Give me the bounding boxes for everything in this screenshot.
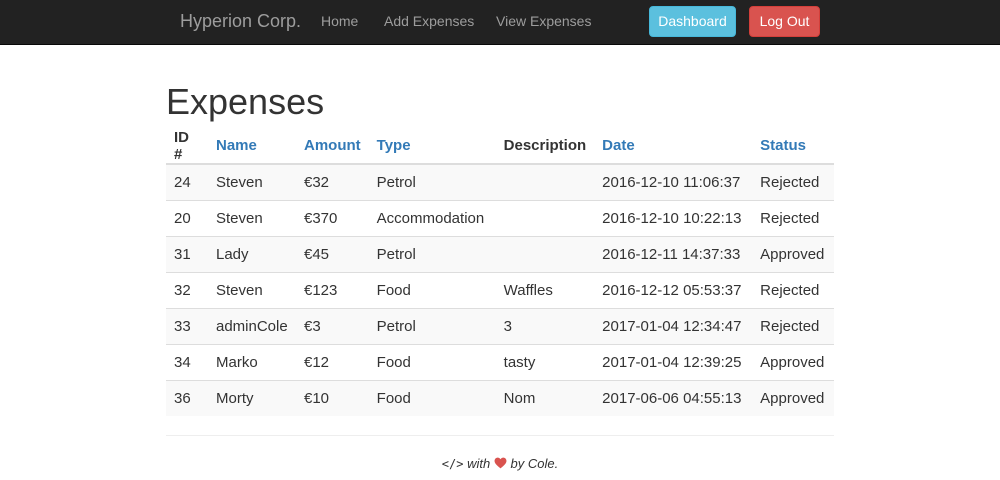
cell-description: [496, 164, 595, 200]
cell-status: Approved: [752, 343, 834, 380]
header-status[interactable]: Status: [752, 128, 834, 165]
expenses-table: ID # Name Amount Type Description Date S…: [166, 128, 834, 416]
cell-date: 2016-12-10 11:06:37: [602, 173, 741, 191]
nav-add-expenses-link[interactable]: Add Expenses: [384, 13, 474, 29]
cell-amount: €12: [296, 343, 369, 380]
cell-description: Nom: [495, 379, 595, 416]
cell-id: 31: [166, 235, 208, 272]
cell-date: 2017-06-06 04:55:13: [594, 379, 753, 416]
cell-amount: €10: [296, 379, 369, 416]
table-row: 33 adminCole €3 Petrol 3 2017-01-04 12:3…: [166, 307, 834, 344]
cell-name: Lady: [208, 235, 296, 272]
cell-name: Steven: [208, 199, 296, 236]
cell-name: Steven: [208, 271, 296, 308]
cell-amount: €32: [304, 173, 330, 191]
cell-amount: €45: [296, 235, 369, 272]
navbar: Hyperion Corp. Home Add Expenses View Ex…: [0, 0, 1000, 45]
header-id: ID #: [166, 128, 208, 165]
header-amount[interactable]: Amount: [296, 128, 369, 165]
table-row: 24 Steven €32 Petrol 2016-12-10 11:06:37…: [166, 164, 834, 200]
cell-type: Food: [368, 343, 496, 380]
table-row: 20 Steven €370 Accommodation 2016-12-10 …: [166, 199, 834, 236]
cell-description: 3: [495, 307, 595, 344]
cell-name: Marko: [208, 343, 296, 380]
cell-type: Petrol: [368, 235, 496, 272]
header-name[interactable]: Name: [208, 128, 296, 165]
cell-status: Rejected: [760, 173, 820, 191]
cell-amount: €3: [296, 307, 369, 344]
cell-id: 33: [166, 307, 208, 344]
header-date[interactable]: Date: [594, 128, 753, 165]
heart-icon: [494, 457, 507, 469]
brand-link[interactable]: Hyperion Corp.: [180, 11, 301, 32]
cell-type: Food: [368, 271, 496, 308]
cell-description: tasty: [495, 343, 595, 380]
nav-home-link[interactable]: Home: [321, 13, 358, 29]
cell-amount: €370: [296, 199, 369, 236]
footer-with-text: with: [467, 456, 491, 471]
table-row: 31 Lady €45 Petrol 2016-12-11 14:37:33 A…: [166, 235, 834, 272]
cell-name: Morty: [208, 379, 296, 416]
cell-type: Petrol: [368, 307, 496, 344]
table-header-row: ID # Name Amount Type Description Date S…: [166, 128, 834, 165]
cell-date: 2016-12-12 05:53:37: [594, 271, 753, 308]
footer: </> with by Cole.: [0, 456, 1000, 471]
cell-name: Steven: [216, 173, 263, 191]
logout-button[interactable]: Log Out: [749, 6, 820, 37]
code-icon: </>: [441, 457, 464, 471]
cell-type: Accommodation: [368, 199, 496, 236]
cell-id: 24: [174, 173, 191, 191]
table-row: 36 Morty €10 Food Nom 2017-06-06 04:55:1…: [166, 379, 834, 416]
table-row: 34 Marko €12 Food tasty 2017-01-04 12:39…: [166, 343, 834, 380]
cell-status: Rejected: [752, 199, 834, 236]
cell-date: 2017-01-04 12:39:25: [594, 343, 753, 380]
cell-status: Approved: [752, 235, 834, 272]
footer-by-text: by Cole.: [510, 456, 559, 471]
cell-status: Rejected: [752, 307, 834, 344]
nav-view-expenses-link[interactable]: View Expenses: [496, 13, 591, 29]
cell-type: Food: [368, 379, 496, 416]
table-row: 32 Steven €123 Food Waffles 2016-12-12 0…: [166, 271, 834, 308]
cell-name: adminCole: [208, 307, 296, 344]
page-title: Expenses: [166, 81, 325, 122]
header-description: Description: [495, 128, 595, 165]
cell-date: 2017-01-04 12:34:47: [594, 307, 753, 344]
header-type[interactable]: Type: [368, 128, 496, 165]
cell-amount: €123: [296, 271, 369, 308]
footer-divider: [166, 435, 834, 436]
cell-id: 20: [166, 199, 208, 236]
cell-id: 34: [166, 343, 208, 380]
cell-status: Rejected: [752, 271, 834, 308]
cell-id: 32: [166, 271, 208, 308]
dashboard-button[interactable]: Dashboard: [649, 6, 736, 37]
cell-id: 36: [166, 379, 208, 416]
cell-description: [495, 235, 595, 272]
cell-description: Waffles: [495, 271, 595, 308]
cell-status: Approved: [752, 379, 834, 416]
cell-type: Petrol: [376, 173, 416, 191]
cell-description: [495, 199, 595, 236]
cell-date: 2016-12-10 10:22:13: [594, 199, 753, 236]
cell-date: 2016-12-11 14:37:33: [594, 235, 753, 272]
